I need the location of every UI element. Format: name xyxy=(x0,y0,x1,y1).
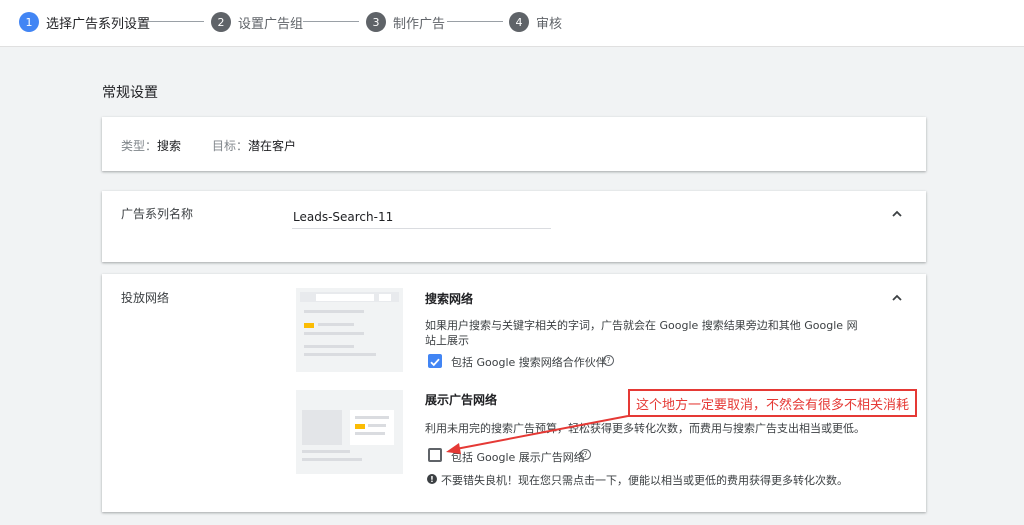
display-network-label: 包括 Google 展示广告网络 xyxy=(451,451,585,464)
search-network-title: 搜索网络 xyxy=(425,292,474,306)
display-network-checkbox[interactable] xyxy=(428,448,442,462)
step-1[interactable]: 1 选择广告系列设置 xyxy=(19,12,150,32)
step-label: 制作广告 xyxy=(393,16,446,32)
type-value: 搜索 xyxy=(157,139,182,153)
check-icon xyxy=(430,358,440,367)
campaign-name-label: 广告系列名称 xyxy=(121,207,194,221)
step-connector xyxy=(148,21,204,22)
networks-label: 投放网络 xyxy=(121,291,170,305)
search-network-illustration xyxy=(296,288,403,372)
step-number: 4 xyxy=(509,12,529,32)
info-icon: ! xyxy=(427,474,437,484)
campaign-name-input[interactable] xyxy=(292,206,551,229)
chevron-up-icon[interactable] xyxy=(891,292,903,304)
help-icon[interactable]: ? xyxy=(603,355,614,366)
campaign-name-card: 广告系列名称 xyxy=(102,191,926,262)
goal-key: 目标： xyxy=(212,139,249,153)
display-network-note: 不要错失良机！现在您只需点击一下，便能以相当或更低的费用获得更多转化次数。 xyxy=(441,474,848,487)
section-title: 常规设置 xyxy=(102,85,158,101)
step-label: 审核 xyxy=(536,16,563,32)
step-3[interactable]: 3 制作广告 xyxy=(366,12,445,32)
summary-card: 类型：搜索 目标：潜在客户 xyxy=(102,117,926,171)
step-4[interactable]: 4 审核 xyxy=(509,12,562,32)
goal-value: 潜在客户 xyxy=(248,139,297,153)
step-connector xyxy=(303,21,359,22)
step-label: 设置广告组 xyxy=(238,16,304,32)
search-network-description: 如果用户搜索与关键字相关的字词，广告就会在 Google 搜索结果旁边和其他 G… xyxy=(425,319,858,347)
step-label: 选择广告系列设置 xyxy=(46,16,151,32)
step-2[interactable]: 2 设置广告组 xyxy=(211,12,303,32)
help-icon[interactable]: ? xyxy=(580,449,591,460)
display-network-title: 展示广告网络 xyxy=(425,393,498,407)
campaign-type: 类型：搜索 xyxy=(121,137,181,154)
search-partners-checkbox[interactable] xyxy=(428,354,442,368)
search-partners-label: 包括 Google 搜索网络合作伙伴 xyxy=(451,356,607,369)
stepper: 1 选择广告系列设置 2 设置广告组 3 制作广告 4 审核 xyxy=(0,0,1024,47)
annotation-callout: 这个地方一定要取消，不然会有很多不相关消耗 xyxy=(628,389,917,417)
step-number: 2 xyxy=(211,12,231,32)
chevron-up-icon[interactable] xyxy=(891,208,903,220)
step-number: 1 xyxy=(19,12,39,32)
display-network-description: 利用未用完的搜索广告预算，轻松获得更多转化次数，而费用与搜索广告支出相当或更低。 xyxy=(425,422,865,435)
display-network-illustration xyxy=(296,390,403,474)
step-number: 3 xyxy=(366,12,386,32)
type-key: 类型： xyxy=(121,139,158,153)
step-connector xyxy=(447,21,503,22)
campaign-goal: 目标：潜在客户 xyxy=(212,137,296,154)
